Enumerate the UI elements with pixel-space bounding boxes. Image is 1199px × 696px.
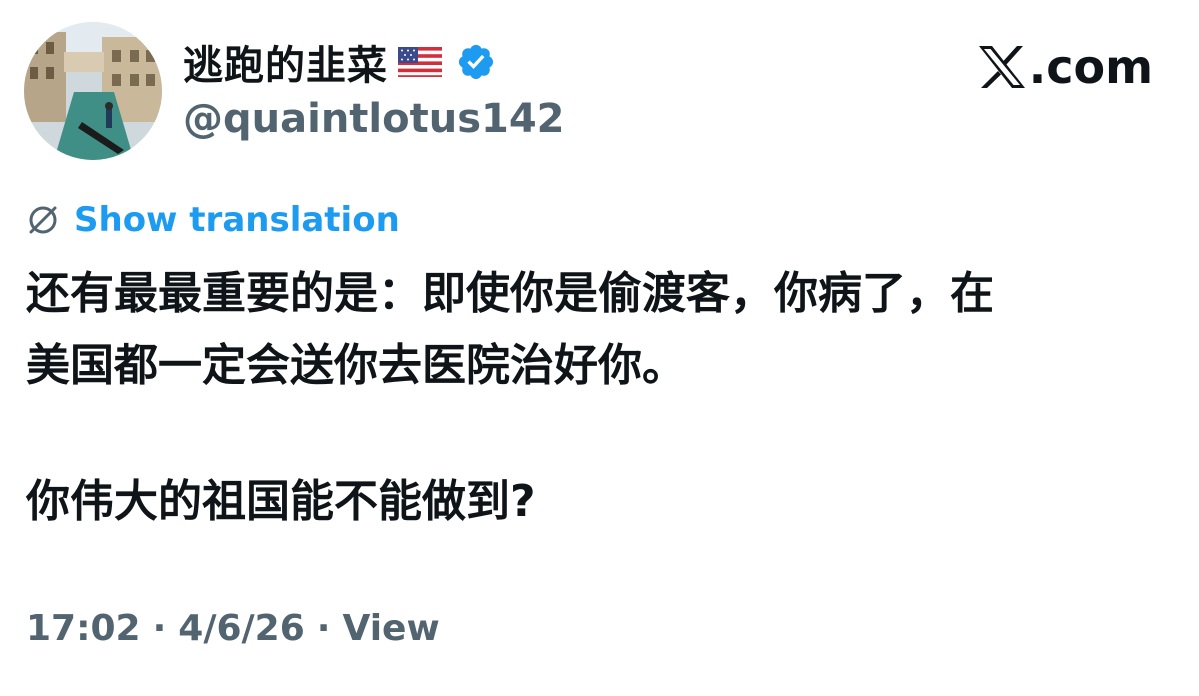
globe-slash-icon	[29, 206, 57, 234]
meta-separator: ·	[316, 608, 331, 649]
show-translation-label: Show translation	[74, 200, 400, 240]
tweet-line: 你伟大的祖国能不能做到?	[26, 476, 536, 527]
tweet-time[interactable]: 17:02	[26, 608, 141, 649]
tweet-line: 还有最最重要的是：即使你是偷渡客，你病了，在	[26, 268, 994, 319]
tweet-line: 美国都一定会送你去医院治好你。	[26, 340, 686, 391]
show-translation-button[interactable]: Show translation	[26, 198, 400, 242]
tweet-date[interactable]: 4/6/26	[178, 608, 305, 649]
verified-badge-icon	[458, 44, 494, 80]
meta-separator: ·	[152, 608, 167, 649]
us-flag-icon	[398, 47, 442, 77]
x-logo-icon	[978, 46, 1025, 88]
brand-text: .com	[1028, 40, 1153, 94]
author-display-name[interactable]: 逃跑的韭菜	[183, 33, 388, 91]
author-name-row: 逃跑的韭菜	[183, 34, 496, 90]
avatar[interactable]	[24, 22, 162, 160]
view-link[interactable]: View	[342, 608, 439, 649]
author-handle[interactable]: @quaintlotus142	[183, 96, 565, 142]
tweet-body: 还有最最重要的是：即使你是偷渡客，你病了，在 美国都一定会送你去医院治好你。 你…	[26, 258, 1176, 538]
brand-logo: .com	[977, 40, 1153, 94]
tweet-meta: 17:02 · 4/6/26 · View	[26, 608, 440, 649]
